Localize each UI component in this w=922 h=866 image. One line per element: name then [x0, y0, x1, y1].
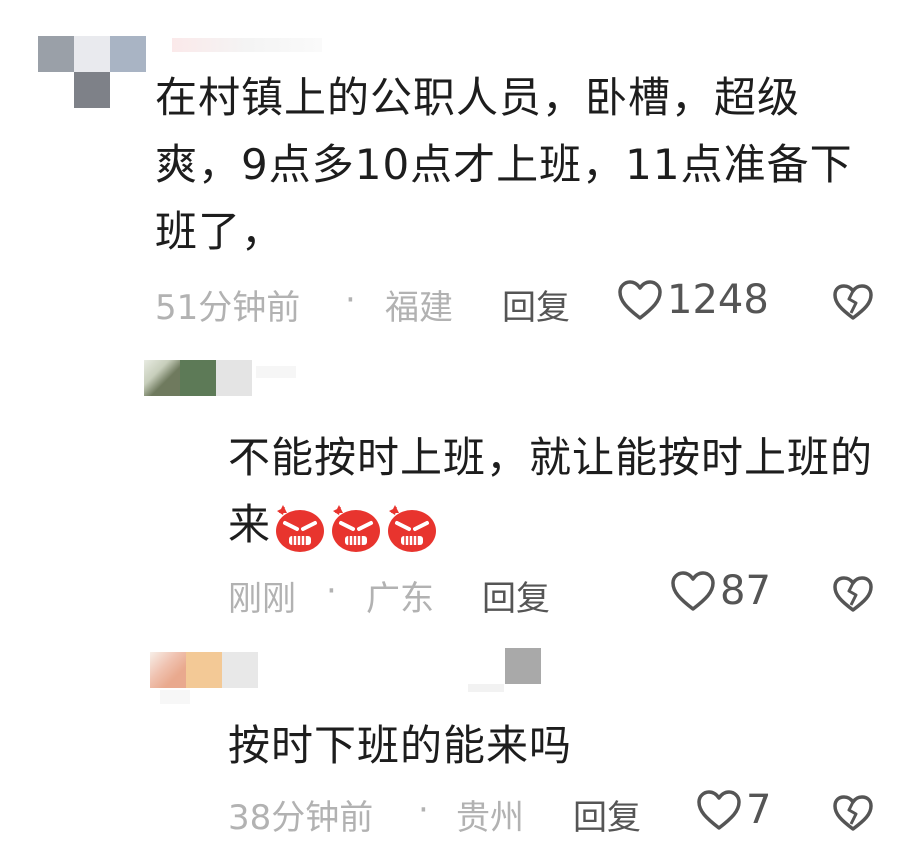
comment-line: 不能按时上班，就让能按时上班的	[228, 433, 874, 482]
meta-separator: ·	[326, 571, 337, 611]
meta-separator: ·	[345, 280, 356, 320]
timestamp: 38分钟前	[228, 798, 374, 838]
location: 贵州	[456, 798, 524, 838]
avatar-shadow	[160, 690, 190, 704]
dislike-button[interactable]	[832, 794, 874, 836]
comment-text: 按时下班的能来吗	[228, 712, 572, 779]
like-count: 87	[720, 568, 771, 614]
comment-line: 班了，	[155, 207, 285, 256]
location: 福建	[385, 288, 453, 328]
heart-icon	[618, 280, 662, 320]
broken-heart-icon	[833, 576, 873, 612]
comment-text: 在村镇上的公职人员，卧槽，超级 爽，9点多10点才上班，11点准备下 班了，	[155, 64, 853, 265]
dislike-button[interactable]	[832, 575, 874, 617]
timestamp: 刚刚	[228, 579, 296, 619]
like-button[interactable]: 7	[696, 787, 771, 833]
like-count: 1248	[667, 277, 769, 323]
like-button[interactable]: 1248	[617, 277, 769, 323]
broken-heart-icon	[833, 284, 873, 320]
angry-face-icon	[273, 503, 327, 553]
reply-button[interactable]: 回复	[502, 280, 570, 329]
location: 广东	[366, 579, 434, 619]
username-blurred[interactable]	[172, 38, 322, 52]
comment-line: 爽，9点多10点才上班，11点准备下	[155, 140, 853, 189]
timestamp: 51分钟前	[155, 288, 301, 328]
heart-icon	[671, 571, 715, 611]
comment-line: 在村镇上的公职人员，卧槽，超级	[155, 73, 801, 122]
reply-button[interactable]: 回复	[482, 571, 550, 620]
angry-face-icon	[385, 503, 439, 553]
username-blurred[interactable]	[256, 366, 296, 378]
heart-icon	[697, 790, 741, 830]
like-count: 7	[746, 787, 772, 833]
comment-text: 不能按时上班，就让能按时上班的 来	[228, 424, 873, 558]
angry-face-icon	[329, 503, 383, 553]
meta-separator: ·	[418, 790, 429, 830]
comment-line: 来	[228, 491, 873, 558]
comment-line-text: 来	[228, 500, 272, 549]
reply-button[interactable]: 回复	[573, 790, 641, 839]
dislike-button[interactable]	[832, 283, 874, 325]
comment-line: 按时下班的能来吗	[228, 721, 573, 770]
like-button[interactable]: 87	[670, 568, 771, 614]
broken-heart-icon	[833, 795, 873, 831]
